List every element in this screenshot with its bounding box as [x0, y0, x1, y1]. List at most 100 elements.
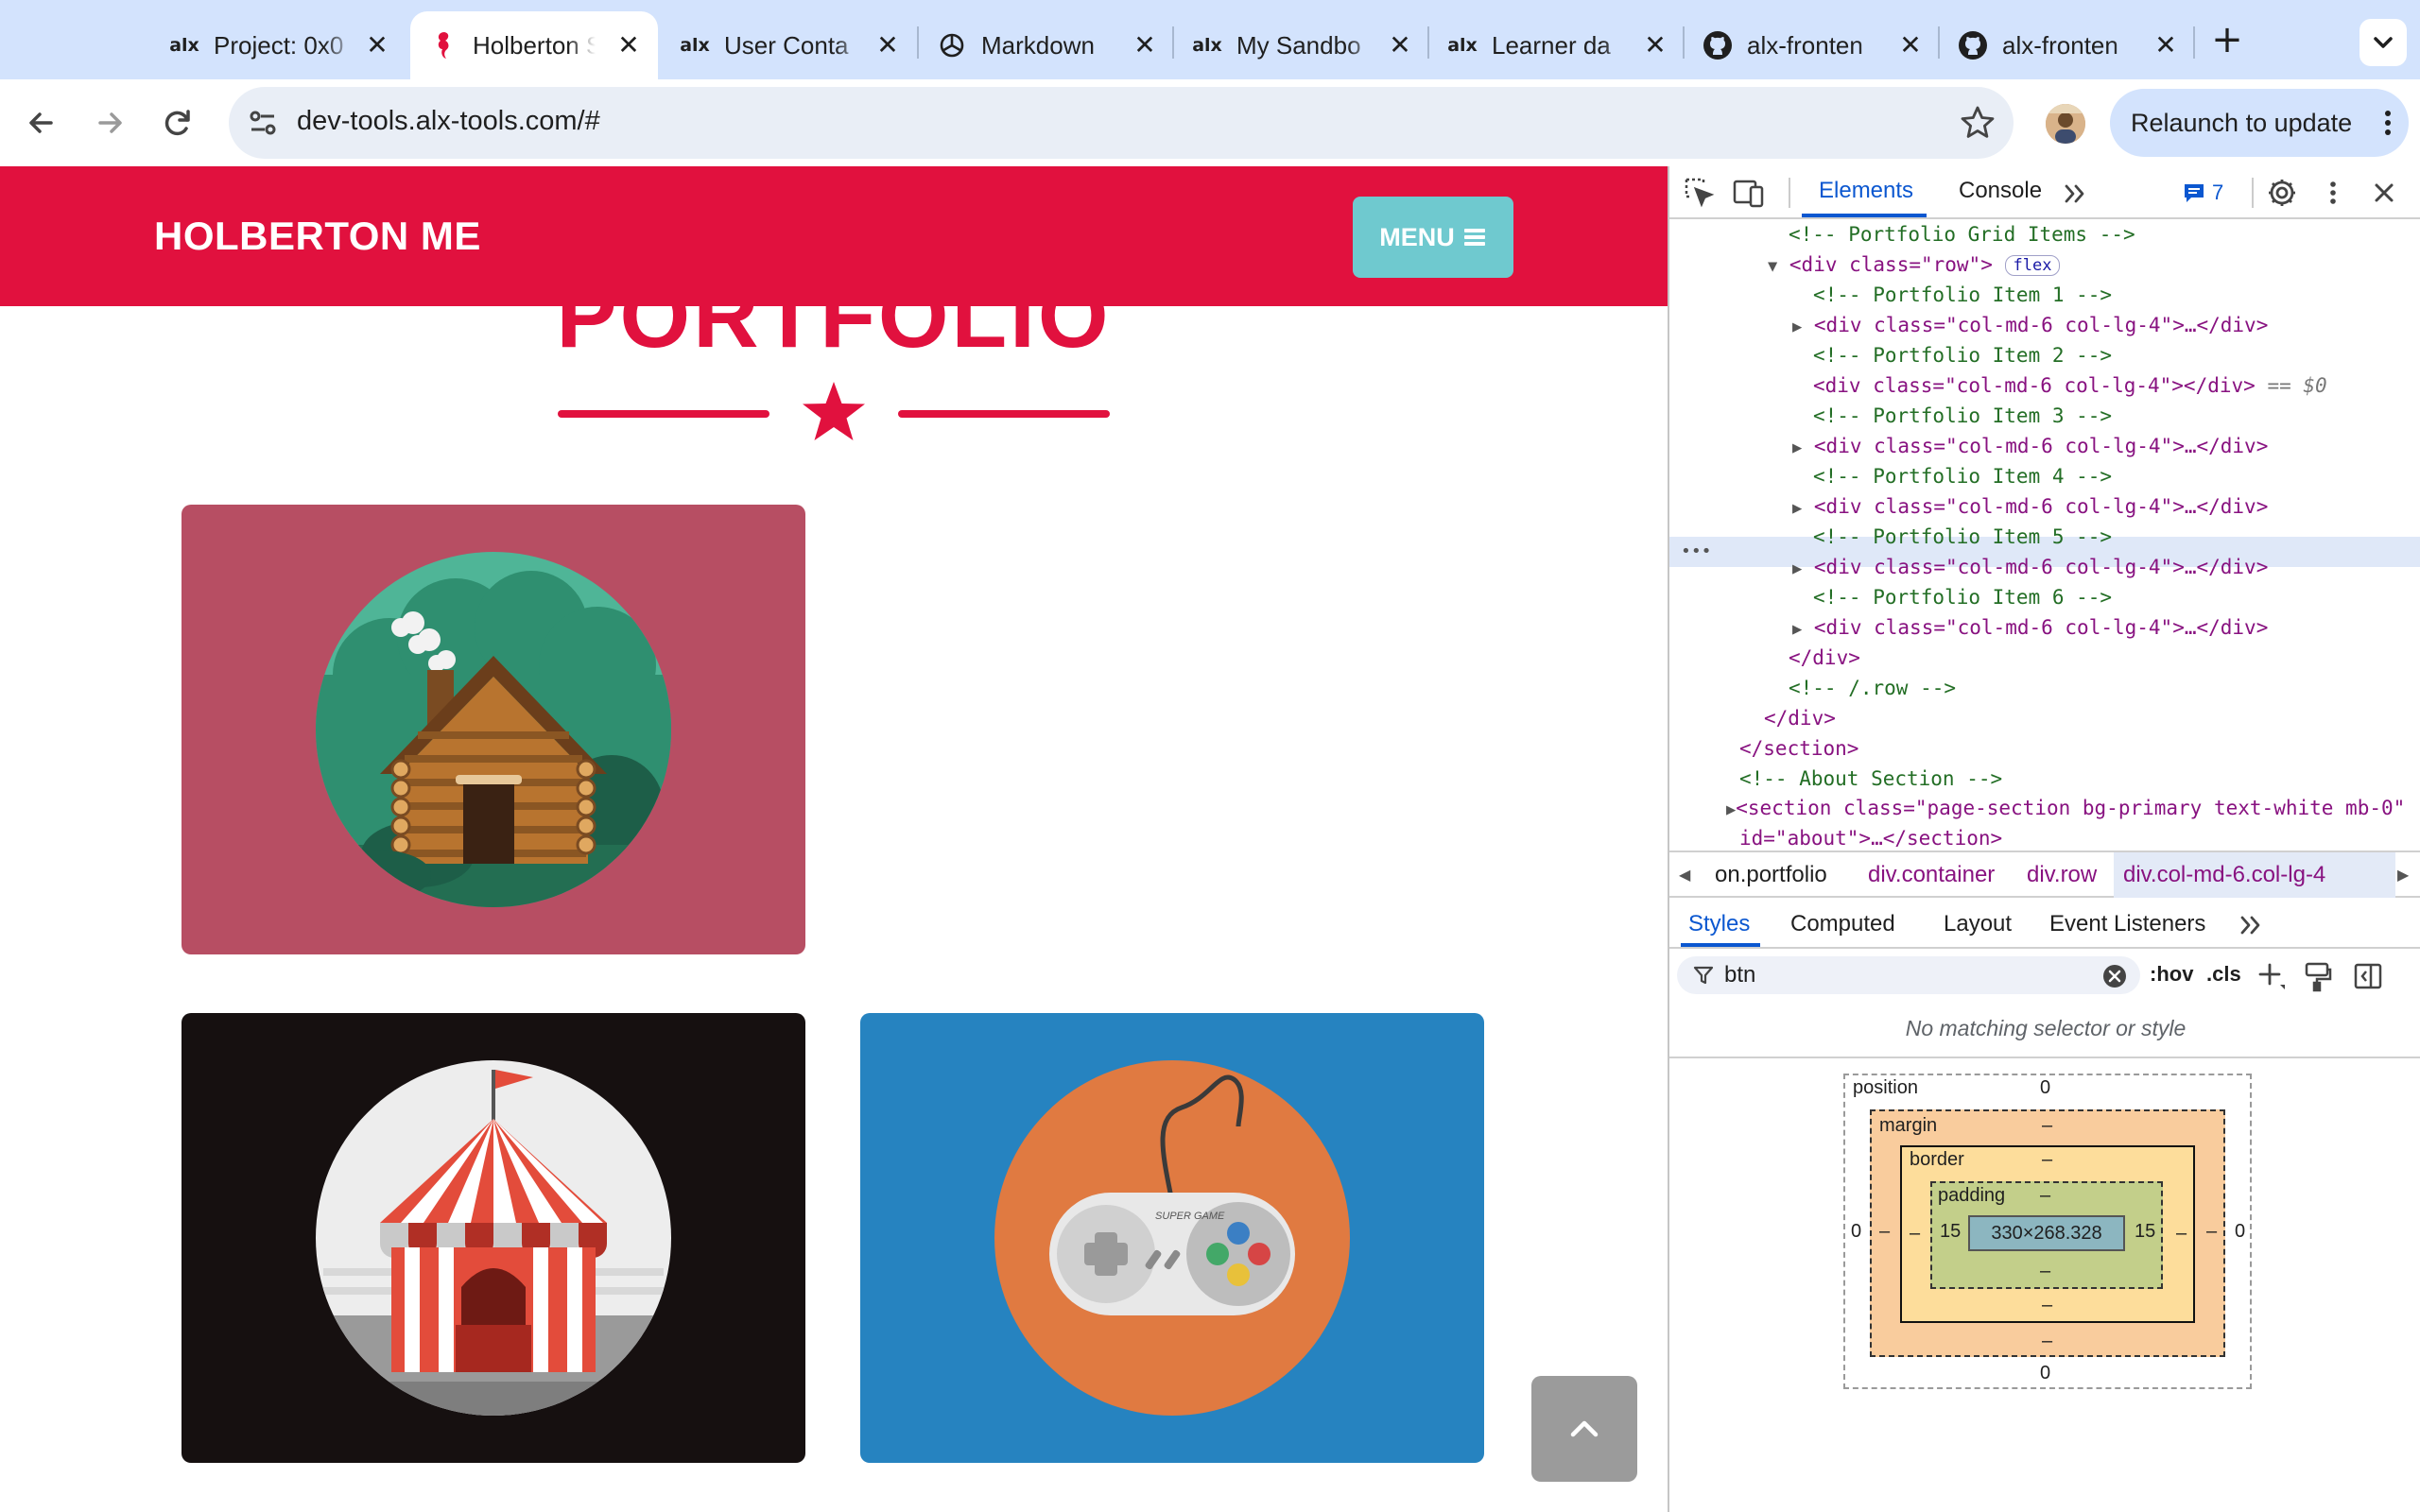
- portfolio-item-cabin[interactable]: [182, 505, 805, 954]
- expand-triangle-icon[interactable]: ▶: [1792, 499, 1802, 518]
- tab-event-listeners[interactable]: Event Listeners: [2049, 911, 2205, 937]
- tab-computed[interactable]: Computed: [1790, 911, 1895, 937]
- dom-line[interactable]: <!-- /.row -->: [1789, 673, 1956, 703]
- class-toggle[interactable]: .cls: [2206, 962, 2241, 987]
- tab-github-2[interactable]: alx-fronten ✕: [1940, 11, 2195, 79]
- tab-sandbox[interactable]: alx My Sandbo ✕: [1174, 11, 1429, 79]
- reload-button[interactable]: [155, 100, 200, 146]
- dom-line[interactable]: </section>: [1739, 733, 1858, 764]
- close-tab-icon[interactable]: ✕: [614, 31, 643, 60]
- menu-button[interactable]: MENU: [1353, 197, 1513, 278]
- box-model-content-size[interactable]: 330×268.328: [1968, 1215, 2125, 1251]
- paint-brush-icon[interactable]: [2301, 960, 2333, 992]
- breadcrumb-item-active[interactable]: div.col-md-6.col-lg-4: [2114, 852, 2395, 898]
- close-tab-icon[interactable]: ✕: [1131, 31, 1159, 60]
- tab-styles[interactable]: Styles: [1688, 911, 1750, 937]
- more-vertical-icon[interactable]: [2316, 176, 2350, 210]
- close-tab-icon[interactable]: ✕: [2152, 31, 2180, 60]
- dom-line[interactable]: ▶ <div class="col-md-6 col-lg-4">…</div>: [1792, 552, 2268, 582]
- padding-bottom-value[interactable]: –: [2040, 1261, 2050, 1282]
- back-button[interactable]: [19, 100, 64, 146]
- breadcrumb-scroll-left-icon[interactable]: ◀: [1679, 866, 1690, 885]
- profile-avatar[interactable]: [2046, 104, 2085, 144]
- dom-line[interactable]: <!-- Portfolio Item 2 -->: [1813, 340, 2112, 370]
- dom-line[interactable]: <!-- Portfolio Item 6 -->: [1813, 582, 2112, 612]
- breadcrumb-item[interactable]: on.portfolio: [1715, 862, 1827, 888]
- breadcrumb-scroll-right-icon[interactable]: ▶: [2397, 866, 2409, 885]
- flex-badge[interactable]: flex: [2004, 255, 2061, 276]
- margin-bottom-value[interactable]: –: [2042, 1331, 2052, 1352]
- tab-elements[interactable]: Elements: [1819, 178, 1913, 204]
- close-devtools-icon[interactable]: [2367, 176, 2401, 210]
- close-tab-icon[interactable]: ✕: [1896, 31, 1925, 60]
- site-settings-icon[interactable]: [244, 104, 282, 142]
- dom-line[interactable]: ▶ <div class="col-md-6 col-lg-4">…</div>: [1792, 431, 2268, 461]
- scroll-to-top-button[interactable]: [1531, 1376, 1637, 1482]
- margin-top-value[interactable]: –: [2042, 1115, 2052, 1137]
- forward-button[interactable]: [87, 100, 132, 146]
- expand-triangle-icon[interactable]: ▶: [1726, 800, 1736, 819]
- padding-top-value[interactable]: –: [2040, 1185, 2050, 1207]
- margin-left-value[interactable]: –: [1879, 1221, 1890, 1243]
- dom-line[interactable]: </div>: [1789, 643, 1860, 673]
- border-top-value[interactable]: –: [2042, 1149, 2052, 1171]
- border-bottom-value[interactable]: –: [2042, 1295, 2052, 1316]
- dom-line[interactable]: </div>: [1764, 703, 1836, 733]
- expand-triangle-icon[interactable]: ▶: [1792, 620, 1802, 639]
- position-right-value[interactable]: 0: [2235, 1221, 2245, 1243]
- filter-input[interactable]: btn: [1677, 956, 2140, 994]
- tab-learner-dashboard[interactable]: alx Learner da ✕: [1429, 11, 1685, 79]
- node-options-icon[interactable]: •••: [1681, 537, 1712, 567]
- close-tab-icon[interactable]: ✕: [1641, 31, 1669, 60]
- dom-line[interactable]: ▶<section class="page-section bg-primary…: [1726, 794, 2407, 854]
- margin-right-value[interactable]: –: [2206, 1221, 2217, 1243]
- url-text[interactable]: dev-tools.alx-tools.com/#: [297, 106, 600, 137]
- border-right-value[interactable]: –: [2176, 1223, 2187, 1245]
- position-left-value[interactable]: 0: [1851, 1221, 1861, 1243]
- border-left-value[interactable]: –: [1910, 1223, 1920, 1245]
- tab-github-1[interactable]: alx-fronten ✕: [1685, 11, 1940, 79]
- dom-line[interactable]: ▶ <div class="col-md-6 col-lg-4">…</div>: [1792, 612, 2268, 643]
- tab-search-button[interactable]: [2360, 19, 2407, 66]
- relaunch-to-update-button[interactable]: Relaunch to update: [2110, 89, 2409, 157]
- hover-state-toggle[interactable]: :hov: [2150, 962, 2193, 987]
- tab-console[interactable]: Console: [1959, 178, 2042, 204]
- tab-layout[interactable]: Layout: [1944, 911, 2012, 937]
- more-tabs-icon[interactable]: [2237, 911, 2265, 939]
- close-tab-icon[interactable]: ✕: [363, 31, 391, 60]
- address-bar[interactable]: dev-tools.alx-tools.com/#: [229, 87, 2014, 159]
- dom-line[interactable]: <!-- Portfolio Grid Items -->: [1789, 219, 2135, 249]
- position-top-value[interactable]: 0: [2040, 1077, 2050, 1099]
- collapse-triangle-icon[interactable]: ▼: [1768, 257, 1777, 276]
- issues-counter[interactable]: 7: [2182, 178, 2223, 208]
- dom-line-selected[interactable]: <div class="col-md-6 col-lg-4"></div> ==…: [1813, 370, 2327, 401]
- expand-triangle-icon[interactable]: ▶: [1792, 438, 1802, 457]
- site-brand[interactable]: HOLBERTON ME: [154, 214, 481, 259]
- expand-triangle-icon[interactable]: ▶: [1792, 559, 1802, 578]
- dom-line[interactable]: <!-- About Section -->: [1739, 764, 2002, 794]
- dom-line[interactable]: <!-- Portfolio Item 3 -->: [1813, 401, 2112, 431]
- device-toolbar-icon[interactable]: [1732, 176, 1766, 210]
- toggle-sidebar-icon[interactable]: [2352, 960, 2384, 992]
- new-style-rule-icon[interactable]: [2256, 960, 2288, 992]
- portfolio-item-circus[interactable]: [182, 1013, 805, 1463]
- inspect-element-icon[interactable]: [1683, 176, 1717, 210]
- bookmark-star-icon[interactable]: [1957, 102, 1998, 144]
- position-bottom-value[interactable]: 0: [2040, 1363, 2050, 1384]
- clear-filter-icon[interactable]: [2102, 964, 2127, 988]
- dom-line[interactable]: <!-- Portfolio Item 4 -->: [1813, 461, 2112, 491]
- dom-line-row[interactable]: ▼ <div class="row"> flex: [1768, 249, 2061, 280]
- close-tab-icon[interactable]: ✕: [1386, 31, 1414, 60]
- portfolio-item-game[interactable]: SUPER GAME: [860, 1013, 1484, 1463]
- tab-project[interactable]: alx Project: 0x0 ✕: [151, 11, 406, 79]
- padding-left-value[interactable]: 15: [1940, 1221, 1961, 1243]
- dom-line[interactable]: ▶ <div class="col-md-6 col-lg-4">…</div>: [1792, 310, 2268, 340]
- settings-gear-icon[interactable]: [2265, 176, 2299, 210]
- dom-line[interactable]: ▶ <div class="col-md-6 col-lg-4">…</div>: [1792, 491, 2268, 522]
- tab-holberton[interactable]: Holberton S ✕: [410, 11, 658, 79]
- dom-line[interactable]: <!-- Portfolio Item 5 -->: [1813, 522, 2112, 552]
- padding-right-value[interactable]: 15: [2135, 1221, 2155, 1243]
- breadcrumb-item[interactable]: div.row: [2027, 862, 2097, 888]
- new-tab-button[interactable]: +: [2204, 17, 2250, 62]
- dom-line[interactable]: <!-- Portfolio Item 1 -->: [1813, 280, 2112, 310]
